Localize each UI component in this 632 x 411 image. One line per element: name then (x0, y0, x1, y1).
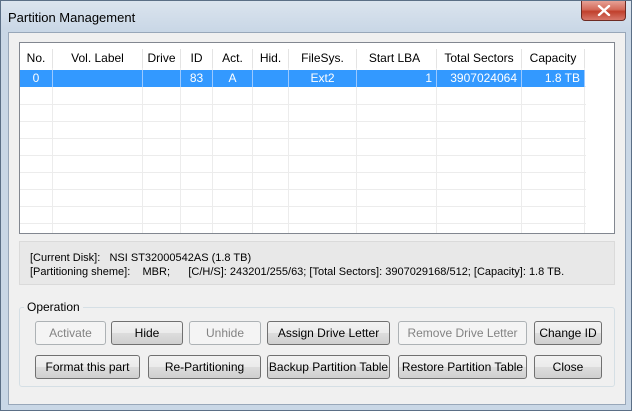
close-icon (597, 5, 611, 16)
cell-capacity: 1.8 TB (522, 70, 585, 87)
grid-line (20, 155, 586, 156)
grid-column-line (436, 68, 437, 233)
column-header-no[interactable]: No. (20, 49, 53, 68)
current-disk-text: [Current Disk]: NSI ST32000542AS (1.8 TB… (30, 252, 252, 264)
dialog-client-area: No. Vol. Label Drive ID Act. Hid. FileSy… (8, 32, 626, 405)
grid-column-line (142, 68, 143, 233)
column-header-drive[interactable]: Drive (143, 49, 181, 68)
disk-info-panel: [Current Disk]: NSI ST32000542AS (1.8 TB… (19, 241, 615, 285)
re-partitioning-button[interactable]: Re-Partitioning (148, 355, 261, 379)
restore-partition-table-button[interactable]: Restore Partition Table (398, 355, 527, 379)
cell-act: A (213, 70, 253, 87)
grid-line (20, 189, 586, 190)
hide-button[interactable]: Hide (111, 321, 183, 345)
grid-column-line (288, 68, 289, 233)
partition-management-window: Partition Management No. Vol. Label Driv… (0, 0, 632, 411)
table-header: No. Vol. Label Drive ID Act. Hid. FileSy… (20, 49, 614, 68)
change-id-button[interactable]: Change ID (534, 321, 602, 345)
column-header-capacity[interactable]: Capacity (522, 49, 585, 68)
column-header-hid[interactable]: Hid. (253, 49, 289, 68)
grid-line (20, 223, 586, 224)
remove-drive-letter-button[interactable]: Remove Drive Letter (398, 321, 527, 345)
activate-button[interactable]: Activate (35, 321, 106, 345)
cell-total-sectors: 3907024064 (437, 70, 522, 87)
grid-column-line (356, 68, 357, 233)
grid-column-line (52, 68, 53, 233)
cell-vol-label (53, 70, 143, 87)
grid-line (20, 121, 586, 122)
table-row-selected[interactable]: 0 83 A Ext2 1 3907024064 1.8 TB (20, 70, 585, 87)
column-header-id[interactable]: ID (181, 49, 213, 68)
grid-column-line (521, 68, 522, 233)
partition-table[interactable]: No. Vol. Label Drive ID Act. Hid. FileSy… (19, 42, 615, 234)
grid-line (20, 104, 586, 105)
column-header-start-lba[interactable]: Start LBA (357, 49, 437, 68)
assign-drive-letter-button[interactable]: Assign Drive Letter (267, 321, 390, 345)
partitioning-scheme-text: [Partitioning sheme]: MBR; [C/H/S]: 2432… (30, 266, 565, 278)
column-header-total-sectors[interactable]: Total Sectors (437, 49, 522, 68)
cell-filesys: Ext2 (289, 70, 357, 87)
window-close-button[interactable] (581, 1, 626, 21)
backup-partition-table-button[interactable]: Backup Partition Table (267, 355, 390, 379)
cell-no: 0 (20, 70, 53, 87)
grid-line (20, 206, 586, 207)
grid-line (20, 172, 586, 173)
cell-id: 83 (181, 70, 213, 87)
cell-drive (143, 70, 181, 87)
window-title: Partition Management (8, 10, 136, 25)
column-header-act[interactable]: Act. (213, 49, 253, 68)
format-this-part-button[interactable]: Format this part (35, 355, 140, 379)
column-header-vol-label[interactable]: Vol. Label (53, 49, 143, 68)
grid-column-line (212, 68, 213, 233)
title-bar[interactable]: Partition Management (1, 1, 631, 33)
unhide-button[interactable]: Unhide (189, 321, 261, 345)
cell-hid (253, 70, 289, 87)
cell-start-lba: 1 (357, 70, 437, 87)
operation-group-label: Operation (24, 300, 83, 314)
grid-column-line (180, 68, 181, 233)
grid-column-line (584, 68, 585, 233)
grid-line (20, 138, 586, 139)
grid-column-line (252, 68, 253, 233)
column-header-filesys[interactable]: FileSys. (289, 49, 357, 68)
close-button[interactable]: Close (534, 355, 602, 379)
